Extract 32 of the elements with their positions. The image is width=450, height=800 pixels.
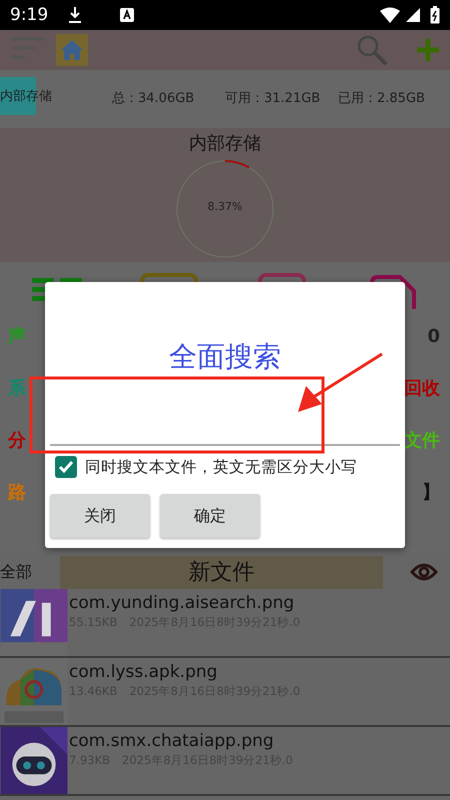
search-icon[interactable] (356, 34, 388, 66)
battery-icon (430, 6, 440, 24)
home-icon (60, 39, 84, 61)
category-label[interactable]: 0 (427, 326, 440, 346)
option-label: 同时搜文本文件，英文无需区分大小写 (85, 456, 357, 478)
keyboard-icon (120, 8, 134, 22)
dialog-title: 全面搜索 (169, 339, 281, 375)
confirm-button[interactable]: 确定 (160, 494, 260, 538)
category-label[interactable]: 】 (422, 480, 440, 504)
usage-percent: 8.37% (206, 200, 244, 213)
wifi-icon (380, 7, 400, 23)
file-name[interactable]: com.lyss.apk.png (69, 662, 300, 682)
file-name[interactable]: com.smx.chataiapp.png (69, 731, 293, 751)
folder-icon[interactable] (140, 273, 198, 282)
section-title: 新文件 (60, 556, 383, 588)
free-size: 可用：31.21GB (225, 90, 320, 107)
eye-icon[interactable] (410, 562, 438, 582)
home-button[interactable] (56, 34, 88, 66)
signal-icon (406, 8, 420, 22)
check-icon (58, 460, 74, 474)
image-icon[interactable] (258, 273, 306, 282)
file-name[interactable]: com.yunding.aisearch.png (69, 593, 300, 613)
close-button[interactable]: 关闭 (50, 494, 150, 538)
used-size: 已用：2.85GB (338, 90, 425, 107)
checkbox[interactable] (55, 456, 77, 478)
add-icon[interactable] (416, 38, 440, 62)
category-label[interactable]: 文件 (404, 428, 440, 452)
download-icon (68, 6, 82, 24)
status-time: 9:19 (10, 5, 48, 25)
filter-label[interactable]: 全部 (0, 562, 60, 582)
total-size: 总：34.06GB (112, 90, 194, 107)
chart-title: 内部存储 (189, 132, 261, 155)
